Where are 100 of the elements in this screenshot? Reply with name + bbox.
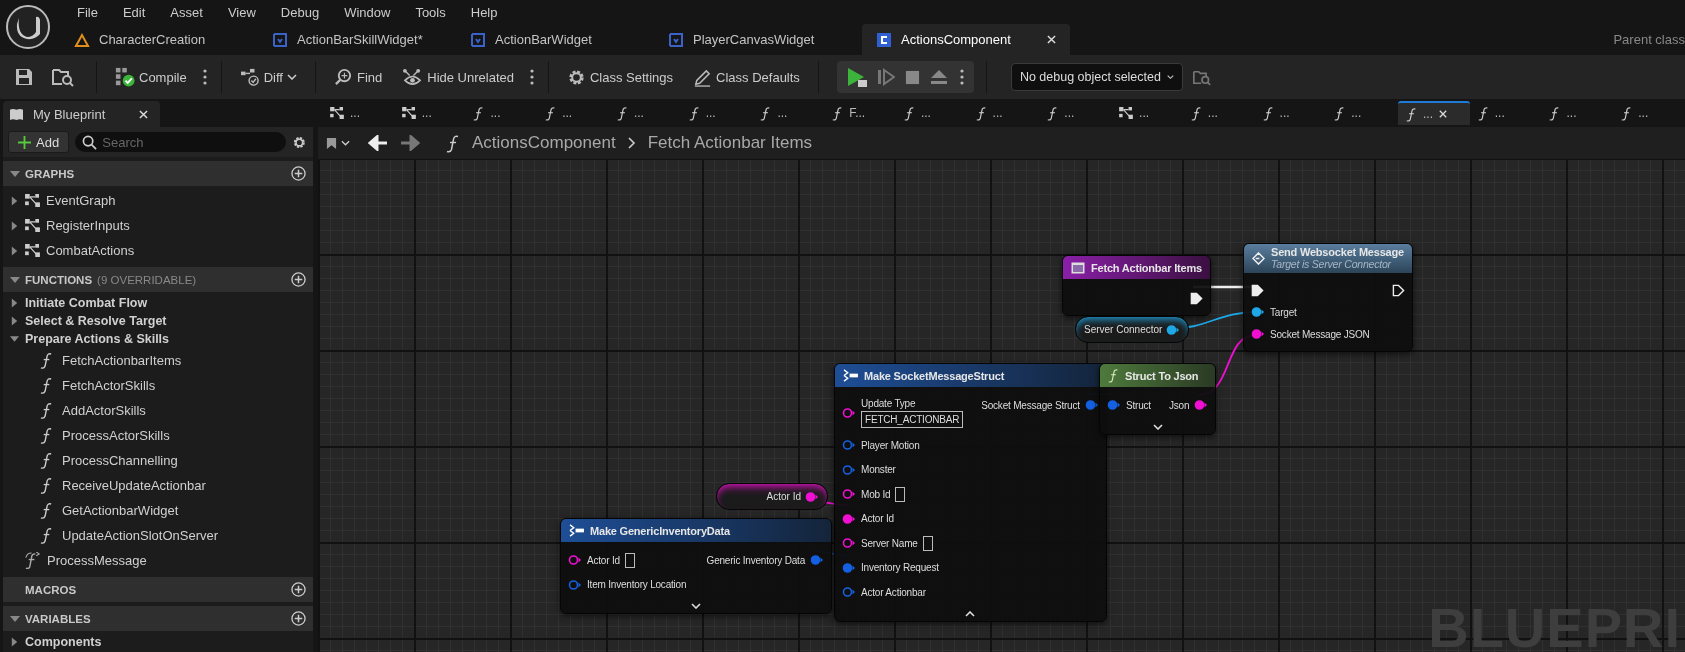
function-item[interactable]: ReceiveUpdateActionbar bbox=[3, 473, 313, 498]
graph-tab[interactable]: ... bbox=[680, 101, 753, 125]
output-pin[interactable] bbox=[1084, 399, 1099, 412]
exec-output-pin[interactable] bbox=[1189, 291, 1203, 305]
document-tab[interactable]: ActionsComponent bbox=[862, 24, 1070, 55]
blueprint-node[interactable]: Fetch Actionbar Items bbox=[1062, 255, 1211, 316]
input-pin[interactable] bbox=[842, 407, 856, 419]
more-options-icon[interactable] bbox=[959, 69, 964, 85]
text-field[interactable] bbox=[624, 552, 635, 568]
input-pin[interactable] bbox=[842, 561, 856, 574]
forward-arrow-icon[interactable] bbox=[400, 135, 420, 151]
input-pin[interactable] bbox=[842, 586, 856, 599]
graph-tab[interactable]: ... bbox=[1182, 101, 1255, 125]
panel-tab[interactable]: My Blueprint bbox=[3, 101, 160, 127]
breadcrumb-item[interactable]: ActionsComponent bbox=[472, 133, 616, 153]
graph-tab[interactable]: ... bbox=[322, 101, 394, 125]
function-item[interactable]: GetActionbarWidget bbox=[3, 498, 313, 523]
menu-item[interactable]: File bbox=[65, 4, 111, 20]
output-pin[interactable] bbox=[1166, 323, 1181, 336]
eject-icon[interactable] bbox=[929, 69, 948, 85]
graph-tab[interactable]: ... bbox=[1254, 101, 1327, 125]
variable-node[interactable]: Actor Id bbox=[716, 483, 828, 510]
graph-tab[interactable]: ... bbox=[1039, 101, 1112, 125]
output-pin[interactable] bbox=[810, 554, 824, 567]
input-pin[interactable] bbox=[1251, 328, 1265, 340]
tree-item[interactable]: ProcessMessage bbox=[3, 548, 313, 573]
input-pin[interactable] bbox=[842, 439, 856, 452]
input-pin[interactable] bbox=[842, 512, 856, 525]
input-pin[interactable] bbox=[842, 463, 856, 476]
function-item[interactable]: AddActorSkills bbox=[3, 398, 313, 423]
text-field[interactable] bbox=[895, 486, 906, 502]
input-pin[interactable] bbox=[568, 554, 582, 567]
add-circle-icon[interactable] bbox=[291, 582, 306, 597]
input-pin[interactable] bbox=[1107, 399, 1121, 412]
blueprint-node[interactable]: Struct To Json Struct Json bbox=[1099, 363, 1217, 435]
more-options-icon[interactable] bbox=[202, 69, 207, 85]
tree-item[interactable]: Prepare Actions & Skills bbox=[3, 330, 313, 348]
input-pin[interactable] bbox=[842, 537, 856, 550]
graph-tab[interactable]: ... bbox=[752, 101, 825, 125]
graph-tab[interactable]: ... bbox=[895, 101, 968, 125]
add-circle-icon[interactable] bbox=[291, 611, 306, 626]
variable-node[interactable]: Server Connector bbox=[1075, 316, 1190, 343]
toolbar-button[interactable]: Hide Unrelated bbox=[396, 67, 520, 87]
function-item[interactable]: UpdateActionSlotOnServer bbox=[3, 523, 313, 548]
breadcrumb-item[interactable]: Fetch Actionbar Items bbox=[647, 133, 813, 153]
function-item[interactable]: FetchActorSkills bbox=[3, 373, 313, 398]
close-icon[interactable] bbox=[139, 109, 148, 119]
graph-tab[interactable]: ... bbox=[608, 101, 681, 125]
bookmark-dropdown[interactable] bbox=[326, 136, 350, 150]
blueprint-node[interactable]: Make SocketMessageStruct Update Type FETCH_ACTIONBAR Player Motion Monster Mob Id Actor Id Server Name Inventory Request Actor Actionbar Socket Message Struct bbox=[834, 363, 1107, 622]
function-item[interactable]: FetchActionbarItems bbox=[3, 348, 313, 373]
browse-icon[interactable] bbox=[1192, 68, 1211, 86]
graph-tab[interactable]: ... bbox=[1111, 101, 1183, 125]
output-pin[interactable] bbox=[1194, 399, 1209, 412]
graph-tab[interactable]: ... bbox=[465, 101, 538, 125]
graph-tab[interactable]: ... bbox=[967, 101, 1040, 125]
stop-icon[interactable] bbox=[904, 69, 920, 85]
toolbar-button[interactable]: Find bbox=[327, 67, 389, 87]
document-tab[interactable]: CharacterCreation bbox=[60, 24, 258, 55]
close-icon[interactable] bbox=[1439, 110, 1448, 118]
back-arrow-icon[interactable] bbox=[368, 135, 388, 151]
input-pin[interactable] bbox=[1251, 306, 1265, 318]
close-icon[interactable] bbox=[1047, 35, 1056, 44]
browse-icon[interactable] bbox=[52, 67, 74, 87]
tree-item[interactable]: Components bbox=[3, 633, 313, 651]
tree-item[interactable]: CombatActions bbox=[3, 238, 313, 263]
section-header[interactable]: GRAPHS bbox=[3, 161, 313, 186]
input-pin[interactable] bbox=[842, 488, 856, 501]
graph-tab[interactable]: ... bbox=[1613, 101, 1685, 125]
graph-tab[interactable]: ... bbox=[1398, 101, 1470, 125]
save-icon[interactable] bbox=[14, 67, 34, 87]
toolbar-button[interactable]: Class Settings bbox=[560, 67, 680, 87]
tree-item[interactable]: Select & Resolve Target bbox=[3, 312, 313, 330]
add-circle-icon[interactable] bbox=[291, 166, 306, 181]
debug-object-dropdown[interactable]: No debug object selected bbox=[1010, 63, 1183, 91]
tree-item[interactable]: EventGraph bbox=[3, 188, 313, 213]
graph-tab[interactable]: F... bbox=[824, 101, 896, 125]
menu-item[interactable]: Help bbox=[458, 4, 511, 20]
section-header[interactable]: MACROS bbox=[3, 577, 313, 602]
output-pin[interactable] bbox=[805, 490, 819, 503]
blueprint-node[interactable]: Send Websocket Message Target is Server Connector Target Socket Message JSON bbox=[1243, 243, 1413, 352]
function-item[interactable]: ProcessChannelling bbox=[3, 448, 313, 473]
tree-item[interactable]: RegisterInputs bbox=[3, 213, 313, 238]
toolbar-button[interactable]: Compile bbox=[109, 67, 193, 87]
input-pin[interactable] bbox=[568, 578, 582, 591]
graph-tab[interactable]: ... bbox=[537, 101, 609, 125]
document-tab[interactable]: ActionBarWidget bbox=[456, 24, 654, 55]
step-icon[interactable] bbox=[876, 68, 895, 86]
blueprint-node[interactable]: Make GenericInventoryData Actor Id Item Inventory Location Generic Inventory Data bbox=[560, 518, 832, 614]
graph-tab[interactable]: ... bbox=[393, 101, 466, 125]
toolbar-button[interactable]: Class Defaults bbox=[687, 67, 806, 87]
text-field[interactable] bbox=[922, 535, 933, 551]
text-field[interactable]: FETCH_ACTIONBAR bbox=[861, 411, 964, 428]
exec-input-pin[interactable] bbox=[1251, 283, 1264, 297]
search-field[interactable]: Search bbox=[75, 132, 287, 152]
graph-tab[interactable]: ... bbox=[1469, 101, 1542, 125]
menu-item[interactable]: View bbox=[215, 4, 269, 20]
tree-item[interactable]: Initiate Combat Flow bbox=[3, 294, 313, 312]
graph-tab[interactable]: ... bbox=[1326, 101, 1398, 125]
exec-output-pin[interactable] bbox=[1391, 283, 1405, 297]
